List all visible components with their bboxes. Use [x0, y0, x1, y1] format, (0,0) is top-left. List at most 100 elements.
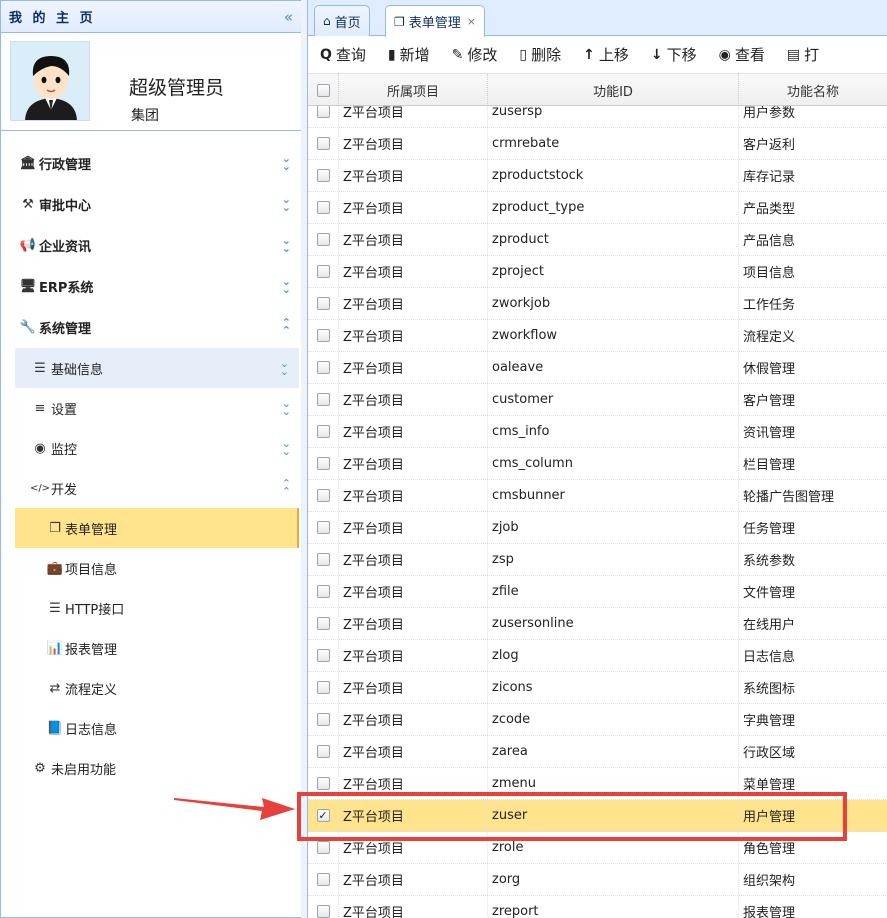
row-checkbox[interactable]	[316, 617, 330, 630]
table-row[interactable]: Z平台项目 zfile 文件管理	[308, 576, 887, 608]
submenu-settings[interactable]: ≡ 设置 ⌄ ⌄	[1, 388, 301, 428]
table-row[interactable]: Z平台项目 zjob 任务管理	[308, 512, 887, 544]
table-row[interactable]: Z平台项目 cms_info 资讯管理	[308, 416, 887, 448]
table-row[interactable]: Z平台项目 zproject 项目信息	[308, 256, 887, 288]
table-row[interactable]: Z平台项目 zlog 日志信息	[308, 640, 887, 672]
menu-admin[interactable]: 🏛 行政管理 ⌄ ⌄	[1, 143, 301, 184]
table-row[interactable]: Z平台项目 zproduct_type 产品类型	[308, 192, 887, 224]
menu-news[interactable]: 📢 企业资讯 ⌄ ⌄	[1, 225, 301, 266]
row-checkbox[interactable]	[316, 169, 330, 182]
table-row[interactable]: Z平台项目 zusersonline 在线用户	[308, 608, 887, 640]
leaf-http-api[interactable]: ☰ HTTP接口	[1, 588, 301, 628]
move-up-button[interactable]: ↑ 上移	[583, 44, 629, 65]
cell-function-name: 项目信息	[739, 256, 887, 287]
row-checkbox[interactable]	[316, 233, 330, 246]
cell-function-name: 在线用户	[739, 608, 887, 639]
tab-home[interactable]: ⌂ 首页	[314, 5, 370, 36]
row-checkbox[interactable]	[316, 137, 330, 150]
leaf-report-management[interactable]: 📊 报表管理	[1, 628, 301, 668]
table-row[interactable]: Z平台项目 zsp 系统参数	[308, 544, 887, 576]
row-checkbox[interactable]	[316, 873, 330, 886]
submenu-basic-info[interactable]: ☰ 基础信息 ⌄ ⌄	[15, 348, 299, 388]
row-checkbox[interactable]	[316, 265, 330, 278]
cell-function-name: 日志信息	[739, 640, 887, 671]
chevron-down-icon: ⌄ ⌄	[281, 275, 291, 296]
row-checkbox[interactable]	[316, 457, 330, 470]
row-checkbox[interactable]	[316, 105, 330, 118]
leaf-project-info[interactable]: 💼 项目信息	[1, 548, 301, 588]
table-row[interactable]: Z平台项目 zorg 组织架构	[308, 864, 887, 896]
table-row[interactable]: Z平台项目 customer 客户管理	[308, 384, 887, 416]
table-row[interactable]: Z平台项目 zworkjob 工作任务	[308, 288, 887, 320]
table-row[interactable]: Z平台项目 zrole 角色管理	[308, 832, 887, 864]
row-checkbox[interactable]	[316, 553, 330, 566]
row-checkbox[interactable]	[316, 713, 330, 726]
table-row[interactable]: Z平台项目 zreport 报表管理	[308, 896, 887, 918]
column-header-project[interactable]: 所属项目	[339, 74, 488, 106]
double-chevron-left-icon[interactable]: «	[284, 8, 293, 26]
row-checkbox[interactable]	[316, 841, 330, 854]
menu-system[interactable]: 🔧 系统管理 ⌃ ⌃	[1, 307, 301, 348]
row-checkbox[interactable]	[316, 905, 330, 918]
search-icon: Q	[320, 46, 332, 63]
view-button[interactable]: ◉ 查看	[719, 44, 765, 65]
leaf-log-info[interactable]: 📘 日志信息	[1, 708, 301, 748]
submenu-label: 设置	[51, 402, 78, 418]
table-row[interactable]: Z平台项目 zproductstock 库存记录	[308, 160, 887, 192]
table-row[interactable]: Z平台项目 zmenu 菜单管理	[308, 768, 887, 800]
print-button[interactable]: ▤ 打	[787, 44, 819, 65]
edit-button[interactable]: ✎ 修改	[452, 44, 498, 65]
table-row[interactable]: Z平台项目 cmsbunner 轮播广告图管理	[308, 480, 887, 512]
submenu-dev[interactable]: </> 开发 ⌃ ⌃	[1, 468, 301, 508]
table-row[interactable]: ✓ Z平台项目 zuser 用户管理	[308, 800, 887, 832]
submenu-monitor[interactable]: ◉ 监控 ⌄ ⌄	[1, 428, 301, 468]
code-icon: </>	[29, 482, 51, 494]
cell-project: Z平台项目	[339, 736, 488, 767]
row-checkbox[interactable]	[316, 649, 330, 662]
cell-function-name: 文件管理	[739, 576, 887, 607]
cell-project: Z平台项目	[339, 768, 488, 799]
row-checkbox[interactable]	[316, 329, 330, 342]
table-row[interactable]: Z平台项目 zworkflow 流程定义	[308, 320, 887, 352]
move-down-button[interactable]: ↓ 下移	[651, 44, 697, 65]
tab-form-management[interactable]: ❐ 表单管理 ×	[385, 5, 485, 37]
table-row[interactable]: Z平台项目 zcode 字典管理	[308, 704, 887, 736]
query-button[interactable]: Q 查询	[320, 44, 366, 65]
sidebar-splitter[interactable]	[301, 0, 307, 918]
table-row[interactable]: Z平台项目 cms_column 栏目管理	[308, 448, 887, 480]
row-checkbox[interactable]	[316, 777, 330, 790]
cell-function-id: zproject	[488, 256, 739, 287]
row-checkbox[interactable]	[316, 201, 330, 214]
row-checkbox[interactable]	[316, 425, 330, 438]
column-header-function-id[interactable]: 功能ID	[488, 74, 739, 106]
row-checkbox[interactable]	[316, 585, 330, 598]
add-button[interactable]: ▮ 新增	[388, 44, 430, 65]
toolbar: Q 查询 ▮ 新增 ✎ 修改 ▯ 删除 ↑ 上移 ↓ 下移 ◉ 查看 ▤ 打	[308, 36, 887, 74]
submenu-disabled-features[interactable]: ⚙ 未启用功能	[1, 748, 301, 788]
row-checkbox[interactable]	[316, 489, 330, 502]
leaf-form-management[interactable]: ❐ 表单管理	[15, 508, 299, 548]
leaf-workflow[interactable]: ⇄ 流程定义	[1, 668, 301, 708]
row-checkbox[interactable]	[316, 521, 330, 534]
table-row[interactable]: Z平台项目 oaleave 休假管理	[308, 352, 887, 384]
close-icon[interactable]: ×	[467, 15, 476, 28]
row-checkbox[interactable]	[316, 361, 330, 374]
tab-bar: ⌂ 首页 ❐ 表单管理 ×	[308, 0, 887, 37]
menu-approval[interactable]: ⚒ 审批中心 ⌄ ⌄	[1, 184, 301, 225]
row-checkbox[interactable]	[316, 681, 330, 694]
table-row[interactable]: Z平台项目 crmrebate 客户返利	[308, 128, 887, 160]
cell-project: Z平台项目	[339, 128, 488, 159]
row-checkbox-checked[interactable]: ✓	[316, 809, 330, 822]
row-checkbox[interactable]	[316, 745, 330, 758]
row-checkbox[interactable]	[316, 393, 330, 406]
cell-project: Z平台项目	[339, 416, 488, 447]
menu-erp[interactable]: 🖥 ERP系统 ⌄ ⌄	[1, 266, 301, 307]
row-checkbox-cell	[308, 544, 339, 575]
table-row[interactable]: Z平台项目 zproduct 产品信息	[308, 224, 887, 256]
table-row[interactable]: Z平台项目 zarea 行政区域	[308, 736, 887, 768]
row-checkbox[interactable]	[316, 297, 330, 310]
table-row[interactable]: Z平台项目 zicons 系统图标	[308, 672, 887, 704]
column-header-function-name[interactable]: 功能名称	[739, 74, 887, 106]
delete-button[interactable]: ▯ 删除	[519, 44, 561, 65]
select-all-checkbox[interactable]	[316, 83, 330, 97]
